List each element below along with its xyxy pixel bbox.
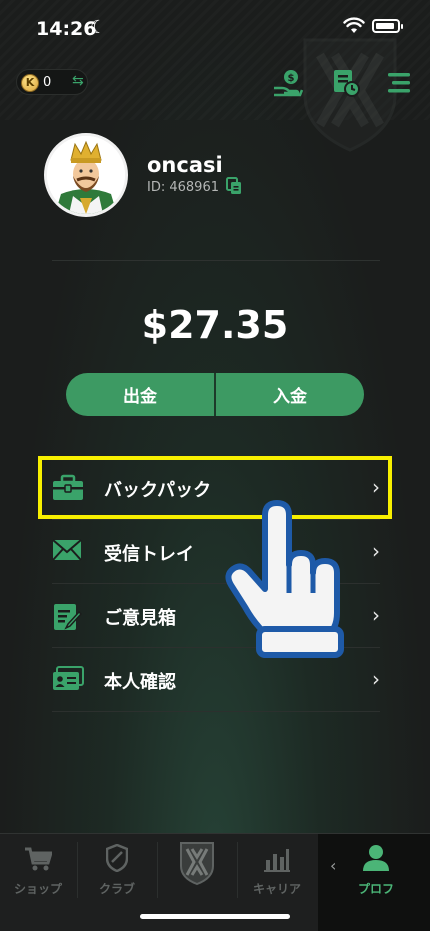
- menu-item-label: 受信トレイ: [104, 544, 194, 565]
- deposit-button[interactable]: 入金: [216, 373, 364, 416]
- chevron-right-icon: ›: [372, 539, 380, 563]
- avatar[interactable]: [44, 133, 128, 217]
- tab-profile[interactable]: プロフ: [338, 834, 414, 906]
- balance-amount: $27.35: [141, 303, 289, 347]
- copy-icon[interactable]: [226, 177, 242, 195]
- withdraw-deposit-group: 出金 入金: [66, 373, 364, 416]
- coin-icon: K: [21, 74, 39, 92]
- tab-label: プロフ: [357, 882, 394, 896]
- tab-label: クラブ: [98, 882, 135, 896]
- tab-home[interactable]: [158, 834, 236, 906]
- feedback-icon: [54, 604, 82, 630]
- shield-icon: [106, 844, 128, 872]
- coin-balance: 0: [43, 75, 52, 90]
- coin-balance-pill[interactable]: K 0 ⇆: [16, 69, 88, 95]
- menu-item-label: ご意見箱: [104, 608, 176, 629]
- person-icon: [363, 845, 389, 871]
- tab-club[interactable]: クラブ: [78, 834, 156, 906]
- chevron-left-icon: ‹: [330, 856, 337, 875]
- withdraw-button[interactable]: 出金: [66, 373, 214, 416]
- king-avatar-icon: [47, 136, 125, 214]
- id-card-icon: [53, 666, 84, 690]
- home-indicator: [140, 914, 290, 919]
- money-hand-icon[interactable]: $: [272, 68, 304, 98]
- chevron-right-icon: ›: [372, 667, 380, 691]
- username: oncasi: [147, 153, 223, 177]
- moon-icon: ☾: [90, 17, 107, 38]
- menu-icon[interactable]: [388, 72, 412, 94]
- swap-icon: ⇆: [72, 73, 84, 89]
- envelope-icon: [52, 539, 82, 561]
- status-time: 14:26: [36, 18, 97, 40]
- bar-chart-icon: [264, 849, 290, 872]
- profile-divider: [52, 260, 380, 261]
- chevron-right-icon: ›: [372, 603, 380, 627]
- tab-label: ショップ: [13, 882, 62, 896]
- tab-career[interactable]: キャリア: [238, 834, 316, 906]
- tab-shop[interactable]: ショップ: [0, 834, 76, 906]
- svg-text:$: $: [288, 73, 295, 84]
- menu-divider: [52, 711, 380, 712]
- menu-item-label: 本人確認: [104, 672, 176, 693]
- cart-icon: [25, 847, 52, 871]
- user-id: ID: 468961: [147, 180, 219, 195]
- history-icon[interactable]: [332, 68, 360, 98]
- logo-icon: [180, 842, 214, 886]
- pointing-hand-icon: [225, 500, 344, 658]
- tab-label: キャリア: [252, 882, 301, 896]
